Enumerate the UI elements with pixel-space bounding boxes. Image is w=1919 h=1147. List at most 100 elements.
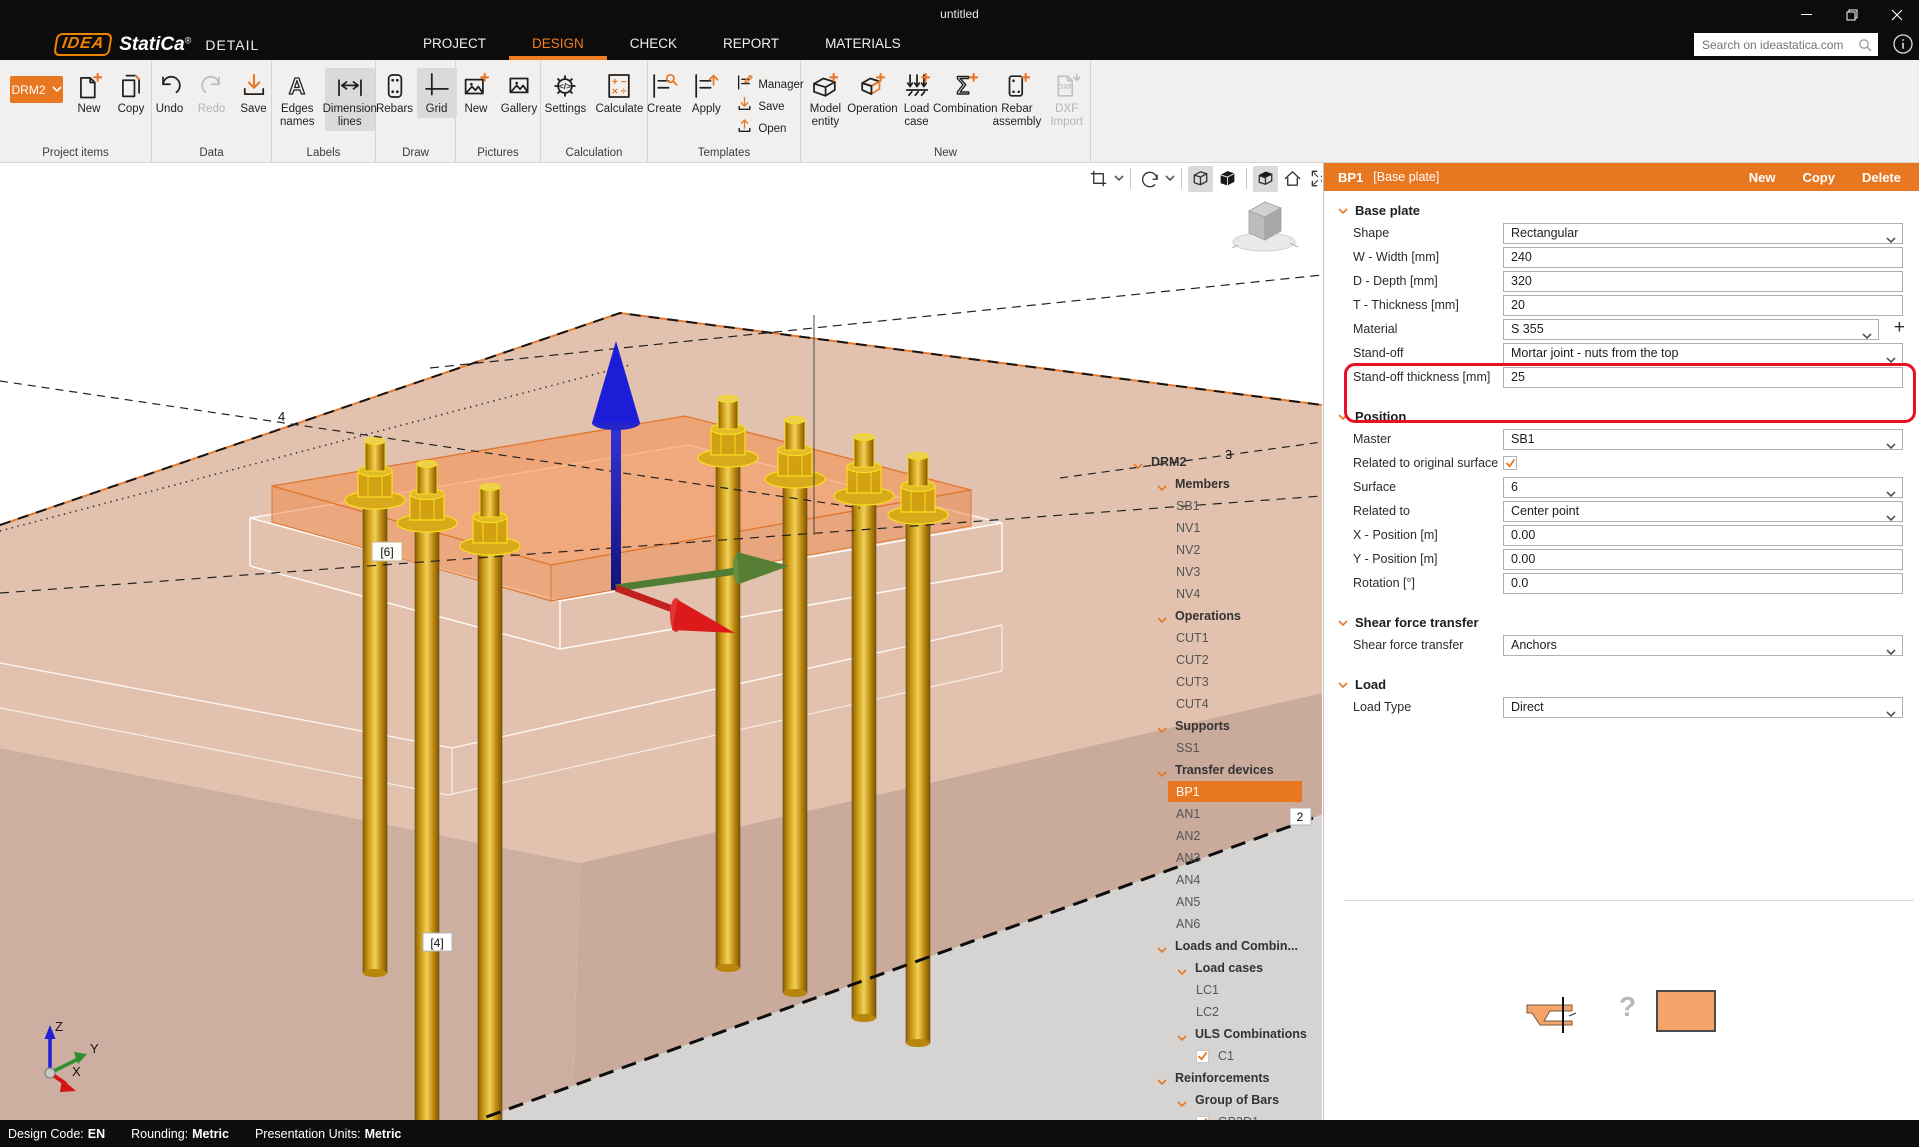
chevron-down-icon[interactable]: [1177, 965, 1187, 972]
ribbon-button-manager[interactable]: Manager: [736, 75, 803, 94]
chevron-down-icon[interactable]: [1133, 459, 1143, 466]
wire-cube-icon[interactable]: [1188, 166, 1213, 192]
ribbon-button-model-entity[interactable]: Model entity: [801, 68, 850, 131]
input-stand-off-thickness-mm-[interactable]: 25: [1503, 367, 1903, 388]
select-related-to[interactable]: Center point: [1503, 501, 1903, 522]
chevron-down-icon[interactable]: [1157, 767, 1167, 774]
ribbon-button-operation[interactable]: Operation: [852, 68, 893, 118]
tree-item-lc2[interactable]: LC2: [1128, 1001, 1322, 1023]
input-y-position-m-[interactable]: 0.00: [1503, 549, 1903, 570]
solid-cube-icon[interactable]: [1215, 166, 1240, 192]
select-master[interactable]: SB1: [1503, 429, 1903, 450]
ribbon-button-create[interactable]: Create: [644, 68, 684, 118]
tree-item-an5[interactable]: AN5: [1128, 891, 1322, 913]
ribbon-button-calculate[interactable]: +−×÷Calculate: [592, 68, 647, 118]
section-plane-icon[interactable]: [1086, 166, 1111, 192]
ribbon-button-edges-names[interactable]: AEdges names: [272, 68, 323, 131]
ribbon-button-load-case[interactable]: Load case: [895, 68, 938, 131]
delete-button[interactable]: Delete: [1862, 170, 1901, 185]
home-icon[interactable]: [1280, 166, 1305, 192]
tree-item-an6[interactable]: AN6: [1128, 913, 1322, 935]
chevron-down-icon[interactable]: [1157, 1075, 1167, 1082]
ribbon-button-new[interactable]: New: [69, 68, 109, 118]
tree-item-nv3[interactable]: NV3: [1128, 561, 1322, 583]
restore-button[interactable]: [1829, 0, 1874, 29]
clip-cube-icon[interactable]: [1253, 166, 1278, 192]
tree-item-bp1[interactable]: BP1: [1128, 781, 1322, 803]
tree-item-drm2[interactable]: DRM2: [1128, 451, 1322, 473]
tree-item-cut1[interactable]: CUT1: [1128, 627, 1322, 649]
section-header[interactable]: Load: [1324, 673, 1919, 695]
menu-project[interactable]: PROJECT: [400, 29, 509, 60]
tree-item-nv1[interactable]: NV1: [1128, 517, 1322, 539]
menu-design[interactable]: DESIGN: [509, 29, 607, 60]
chevron-down-icon[interactable]: [1157, 723, 1167, 730]
copy-button[interactable]: Copy: [1802, 170, 1835, 185]
tree-checkbox[interactable]: [1196, 1050, 1209, 1063]
ribbon-button-open[interactable]: Open: [736, 119, 803, 138]
menu-materials[interactable]: MATERIALS: [802, 29, 924, 60]
ribbon-button-redo[interactable]: Redo: [192, 68, 232, 118]
tree-item-transfer-devices[interactable]: Transfer devices: [1128, 759, 1322, 781]
tree-item-supports[interactable]: Supports: [1128, 715, 1322, 737]
input-t-thickness-mm-[interactable]: 20: [1503, 295, 1903, 316]
ribbon-button-save[interactable]: Save: [736, 97, 803, 116]
section-header[interactable]: Position: [1324, 405, 1919, 427]
add-material-button[interactable]: +: [1894, 317, 1905, 339]
ribbon-button-rebars[interactable]: Rebars: [375, 68, 415, 118]
chevron-down-icon[interactable]: [1113, 175, 1124, 182]
checkbox-related-to-original-surface[interactable]: [1503, 456, 1517, 470]
ribbon-button-combination[interactable]: ΣCombination: [940, 68, 991, 118]
tree-item-an1[interactable]: AN1: [1128, 803, 1322, 825]
ribbon-button-copy[interactable]: Copy: [111, 68, 151, 118]
ribbon-button-settings[interactable]: </>Settings: [541, 68, 590, 118]
ribbon-button-dxf-import[interactable]: DXFDXF Import: [1043, 68, 1090, 131]
tree-item-uls-combinations[interactable]: ULS Combinations: [1128, 1023, 1322, 1045]
tree-item-sb1[interactable]: SB1: [1128, 495, 1322, 517]
input-x-position-m-[interactable]: 0.00: [1503, 525, 1903, 546]
view-cube[interactable]: [1228, 193, 1302, 257]
input-d-depth-mm-[interactable]: 320: [1503, 271, 1903, 292]
tree-item-an2[interactable]: AN2: [1128, 825, 1322, 847]
select-shear-force-transfer[interactable]: Anchors: [1503, 635, 1903, 656]
tree-item-gb3d1[interactable]: GB3D1: [1128, 1111, 1322, 1120]
project-selector[interactable]: DRM2: [10, 76, 63, 103]
menu-check[interactable]: CHECK: [607, 29, 700, 60]
tree-item-nv4[interactable]: NV4: [1128, 583, 1322, 605]
ribbon-button-apply[interactable]: Apply: [686, 68, 726, 118]
tree-item-members[interactable]: Members: [1128, 473, 1322, 495]
tree-item-an3[interactable]: AN3: [1128, 847, 1322, 869]
close-button[interactable]: [1874, 0, 1919, 29]
new-button[interactable]: New: [1749, 170, 1776, 185]
tree-item-cut4[interactable]: CUT4: [1128, 693, 1322, 715]
ribbon-button-rebar-assembly[interactable]: Rebar assembly: [993, 68, 1042, 131]
tree-item-ss1[interactable]: SS1: [1128, 737, 1322, 759]
tree-item-loads-and-combin-[interactable]: Loads and Combin...: [1128, 935, 1322, 957]
tree-item-reinforcements[interactable]: Reinforcements: [1128, 1067, 1322, 1089]
ribbon-button-grid[interactable]: Grid: [417, 68, 457, 118]
section-header[interactable]: Base plate: [1324, 199, 1919, 221]
input-w-width-mm-[interactable]: 240: [1503, 247, 1903, 268]
menu-report[interactable]: REPORT: [700, 29, 802, 60]
ribbon-button-new[interactable]: New: [456, 68, 496, 118]
tree-item-cut2[interactable]: CUT2: [1128, 649, 1322, 671]
tree-item-an4[interactable]: AN4: [1128, 869, 1322, 891]
tree-item-operations[interactable]: Operations: [1128, 605, 1322, 627]
chevron-down-icon[interactable]: [1177, 1097, 1187, 1104]
select-load-type[interactable]: Direct: [1503, 697, 1903, 718]
minimize-button[interactable]: [1784, 0, 1829, 29]
chevron-down-icon[interactable]: [1157, 943, 1167, 950]
select-surface[interactable]: 6: [1503, 477, 1903, 498]
ribbon-button-dimension-lines[interactable]: Dimension lines: [325, 68, 376, 131]
chevron-down-icon[interactable]: [1177, 1031, 1187, 1038]
tree-item-load-cases[interactable]: Load cases: [1128, 957, 1322, 979]
fit-view-icon[interactable]: [1307, 166, 1322, 192]
info-icon[interactable]: [1892, 33, 1914, 55]
select-material[interactable]: S 355: [1503, 319, 1879, 340]
chevron-down-icon[interactable]: [1157, 613, 1167, 620]
tree-item-lc1[interactable]: LC1: [1128, 979, 1322, 1001]
search-input[interactable]: [1694, 38, 1858, 52]
search-box[interactable]: [1694, 33, 1878, 56]
chevron-down-icon[interactable]: [1157, 481, 1167, 488]
orbit-icon[interactable]: [1137, 166, 1162, 192]
